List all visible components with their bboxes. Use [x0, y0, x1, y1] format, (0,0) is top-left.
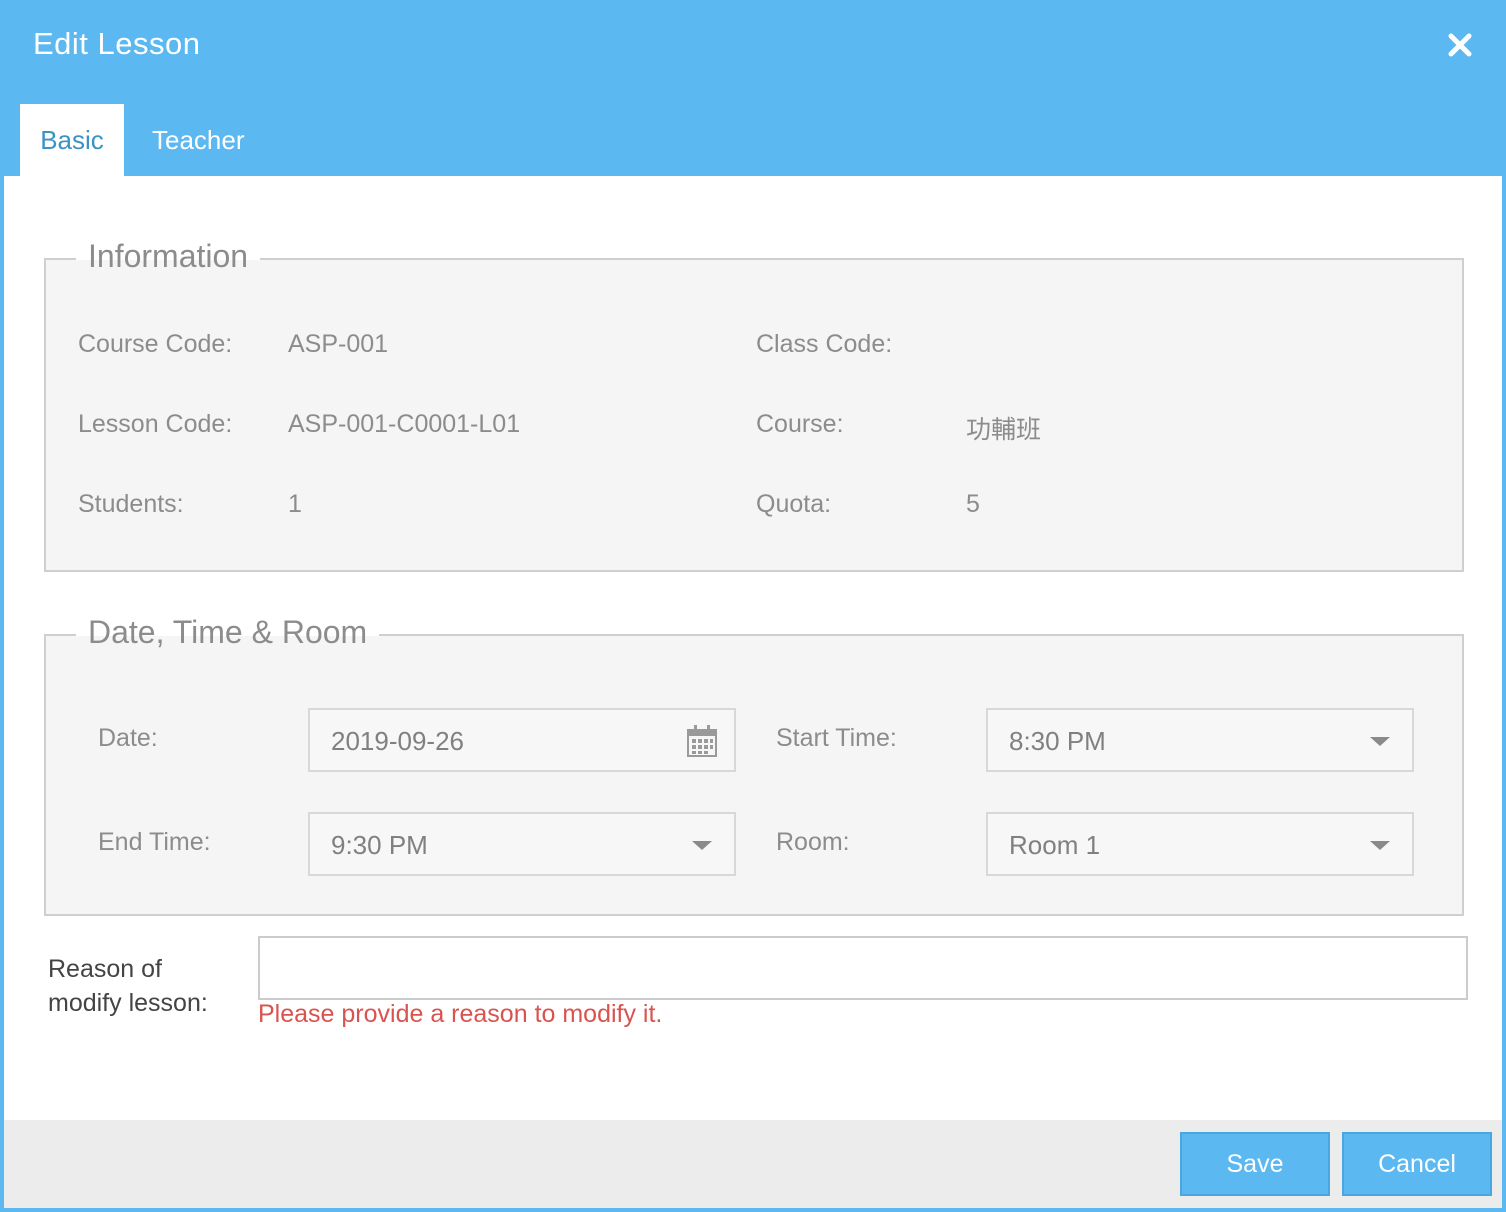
reason-label-line2: modify lesson: [48, 989, 208, 1017]
room-value: Room 1 [1009, 830, 1101, 860]
close-icon[interactable] [1443, 28, 1477, 62]
reason-input[interactable] [258, 936, 1468, 1000]
tab-teacher[interactable]: Teacher [152, 104, 245, 176]
room-label: Room: [776, 828, 850, 856]
date-value: 2019-09-26 [331, 726, 464, 756]
reason-error-message: Please provide a reason to modify it. [258, 1000, 663, 1028]
course-label: Course: [756, 410, 844, 438]
quota-label: Quota: [756, 490, 832, 518]
chevron-down-icon [1370, 737, 1390, 746]
schedule-panel: Date, Time & Room Date: 2019-09-26 Start [44, 612, 1464, 916]
start-time-select[interactable]: 8:30 PM [986, 708, 1414, 772]
course-code-value: ASP-001 [288, 330, 389, 358]
course-value: 功輔班 [966, 416, 1042, 444]
chevron-down-icon [1370, 841, 1390, 850]
end-time-value: 9:30 PM [331, 830, 428, 860]
cancel-button[interactable]: Cancel [1342, 1132, 1492, 1196]
students-value: 1 [288, 490, 302, 518]
room-select[interactable]: Room 1 [986, 812, 1414, 876]
edit-lesson-dialog: Edit Lesson Basic Teacher Information Co… [0, 0, 1506, 1212]
save-button[interactable]: Save [1180, 1132, 1330, 1196]
students-label: Students: [78, 490, 184, 518]
dialog-header: Edit Lesson Basic Teacher [0, 0, 1506, 176]
reason-label-line1: Reason of [48, 955, 162, 983]
schedule-legend: Date, Time & Room [76, 612, 380, 652]
information-legend: Information [76, 236, 261, 276]
start-time-label: Start Time: [776, 724, 897, 752]
reason-label: Reason of modify lesson: [48, 952, 208, 1020]
course-code-label: Course Code: [78, 330, 233, 358]
lesson-code-value: ASP-001-C0001-L01 [288, 410, 521, 438]
lesson-code-label: Lesson Code: [78, 410, 233, 438]
date-picker[interactable]: 2019-09-26 [308, 708, 736, 772]
end-time-select[interactable]: 9:30 PM [308, 812, 736, 876]
calendar-icon[interactable] [686, 724, 718, 758]
information-panel: Information Course Code: ASP-001 Class C… [44, 236, 1464, 572]
close-icon-glyph [1448, 33, 1472, 57]
end-time-label: End Time: [98, 828, 211, 856]
chevron-down-icon [692, 841, 712, 850]
quota-value: 5 [966, 490, 980, 518]
date-label: Date: [98, 724, 158, 752]
dialog-footer: Save Cancel [4, 1120, 1502, 1208]
dialog-title: Edit Lesson [33, 26, 201, 61]
class-code-label: Class Code: [756, 330, 893, 358]
tab-basic[interactable]: Basic [20, 104, 124, 176]
start-time-value: 8:30 PM [1009, 726, 1106, 756]
